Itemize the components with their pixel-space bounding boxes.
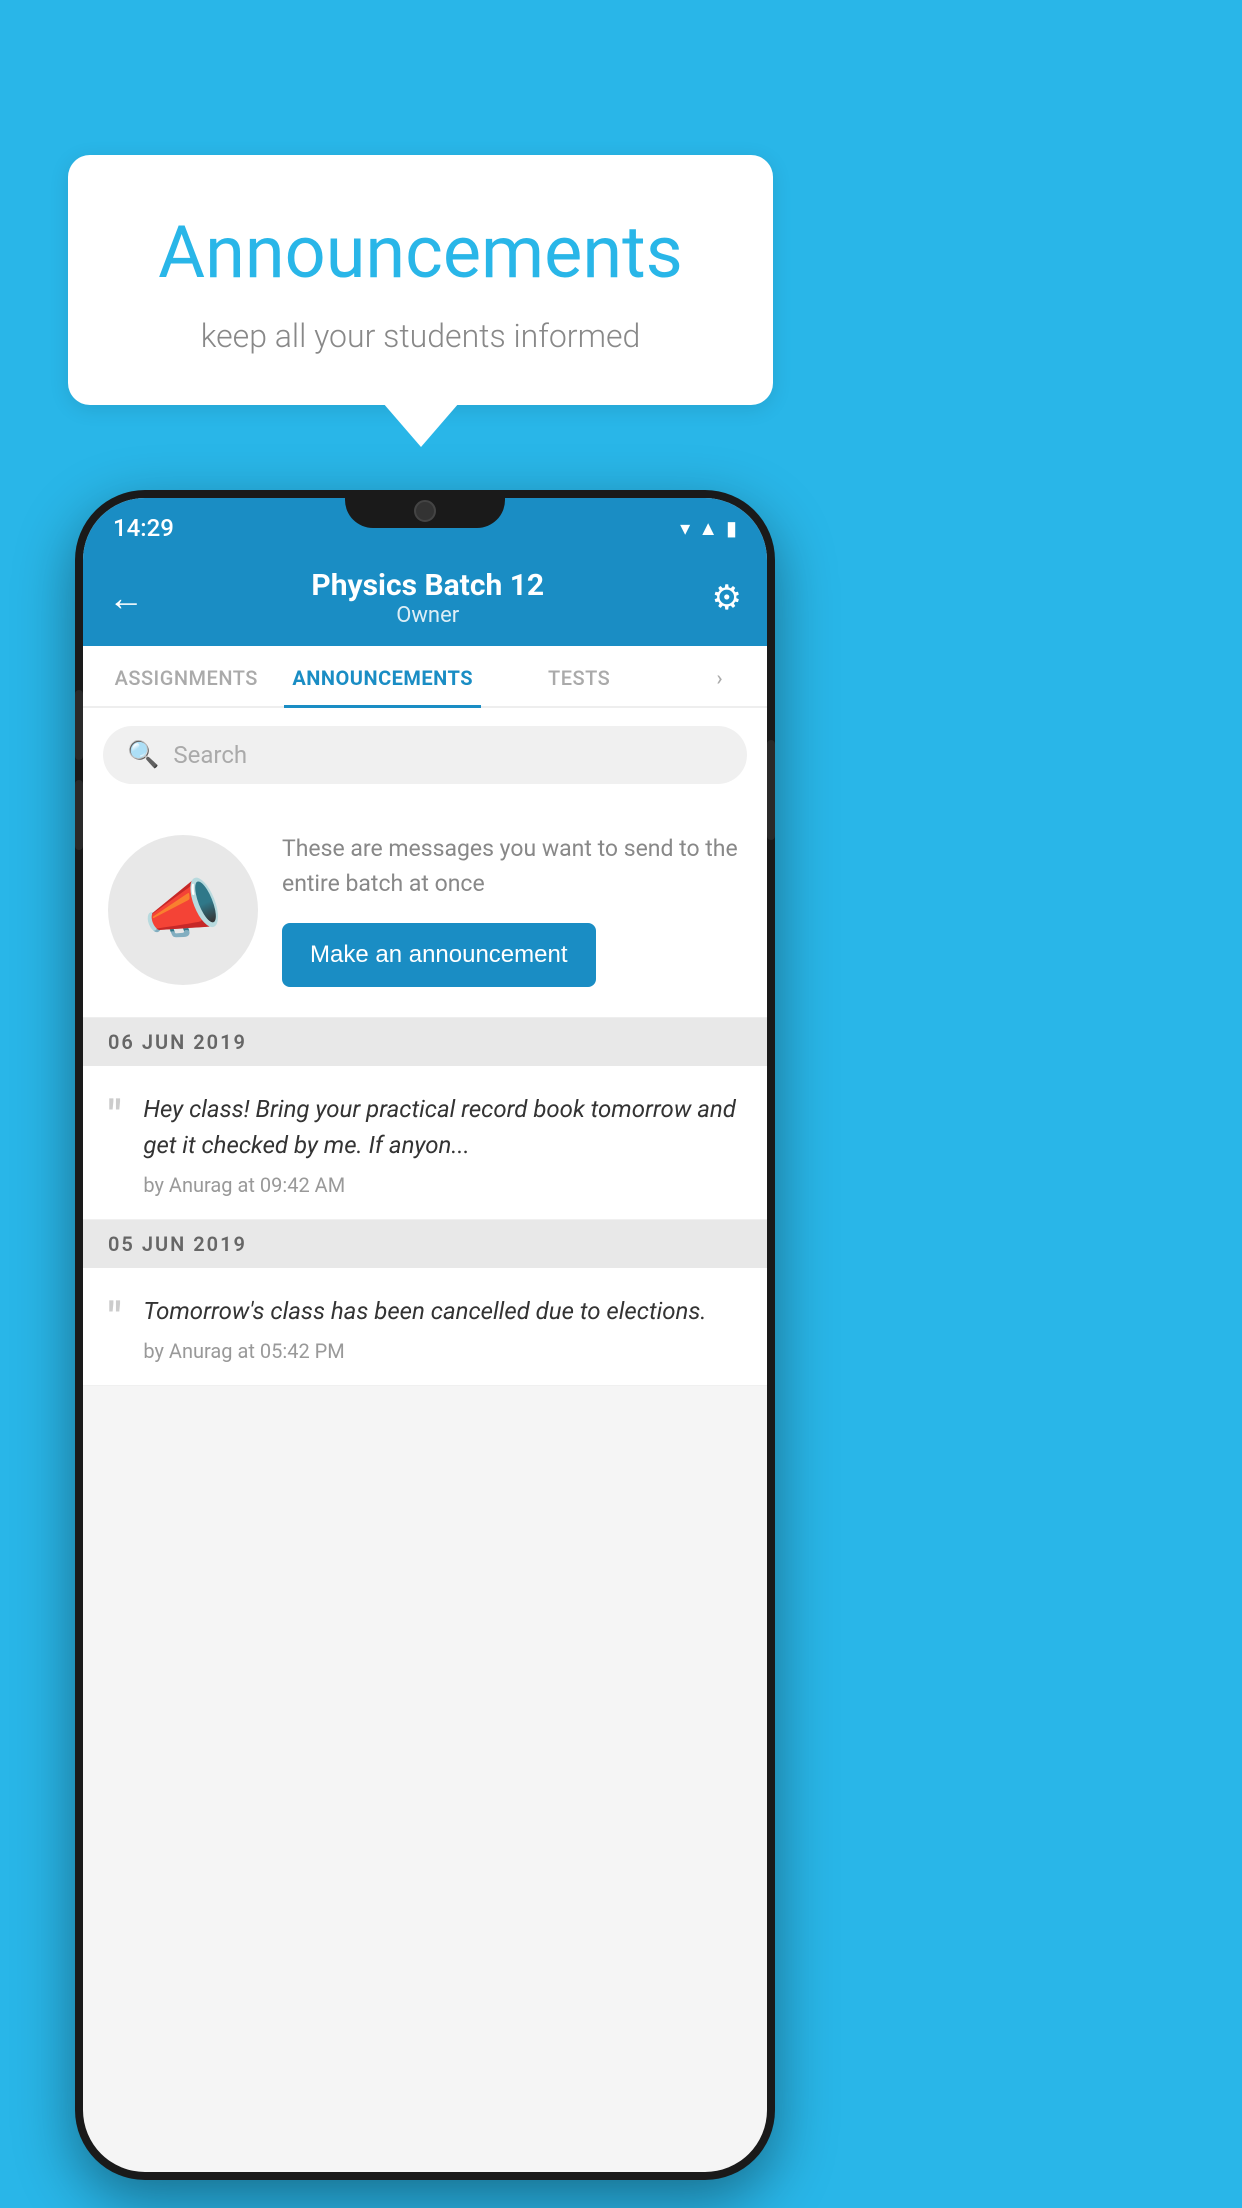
battery-icon: ▮ <box>726 516 737 540</box>
signal-icon: ▲ <box>698 516 718 541</box>
promo-description: These are messages you want to send to t… <box>282 832 742 901</box>
status-icons: ▾ ▲ ▮ <box>680 516 737 541</box>
announcement-content-1: Hey class! Bring your practical record b… <box>143 1091 742 1197</box>
gear-icon[interactable]: ⚙ <box>712 578 742 618</box>
promo-icon-circle: 📣 <box>108 835 258 985</box>
phone-camera <box>414 500 436 522</box>
announcement-meta-2: by Anurag at 05:42 PM <box>143 1339 742 1363</box>
megaphone-icon: 📣 <box>143 872 223 947</box>
date-separator-1: 06 JUN 2019 <box>83 1018 767 1066</box>
date-separator-2: 05 JUN 2019 <box>83 1220 767 1268</box>
tab-tests[interactable]: TESTS <box>481 646 677 706</box>
announcement-item-2[interactable]: " Tomorrow's class has been cancelled du… <box>83 1268 767 1386</box>
header-title: Physics Batch 12 <box>311 568 544 603</box>
promo-content: These are messages you want to send to t… <box>282 832 742 987</box>
search-input[interactable]: 🔍 Search <box>103 726 747 784</box>
phone-frame: 14:29 ▾ ▲ ▮ ← Physics Batch 12 Owner ⚙ A… <box>75 490 775 2180</box>
announcement-content-2: Tomorrow's class has been cancelled due … <box>143 1293 742 1363</box>
bubble-title: Announcements <box>118 210 723 295</box>
tab-announcements[interactable]: ANNOUNCEMENTS <box>284 646 480 706</box>
tab-more[interactable]: › <box>677 646 762 706</box>
volume-up-button[interactable] <box>75 690 83 760</box>
quote-icon-2: " <box>108 1298 121 1340</box>
bubble-subtitle: keep all your students informed <box>118 317 723 355</box>
search-container: 🔍 Search <box>83 708 767 802</box>
speech-bubble: Announcements keep all your students inf… <box>68 155 773 405</box>
header-subtitle: Owner <box>311 603 544 628</box>
search-placeholder: Search <box>173 741 247 769</box>
tab-assignments[interactable]: ASSIGNMENTS <box>88 646 284 706</box>
power-button[interactable] <box>767 740 775 840</box>
announcement-item-1[interactable]: " Hey class! Bring your practical record… <box>83 1066 767 1220</box>
phone-screen: 14:29 ▾ ▲ ▮ ← Physics Batch 12 Owner ⚙ A… <box>83 498 767 2172</box>
make-announcement-button[interactable]: Make an announcement <box>282 923 596 987</box>
back-button[interactable]: ← <box>108 577 144 619</box>
status-time: 14:29 <box>113 514 174 542</box>
volume-down-button[interactable] <box>75 780 83 850</box>
header-center: Physics Batch 12 Owner <box>311 568 544 628</box>
phone-notch <box>345 490 505 528</box>
app-header: ← Physics Batch 12 Owner ⚙ <box>83 550 767 646</box>
promo-section: 📣 These are messages you want to send to… <box>83 802 767 1018</box>
search-icon: 🔍 <box>127 740 159 770</box>
wifi-icon: ▾ <box>680 516 690 540</box>
tabs-bar: ASSIGNMENTS ANNOUNCEMENTS TESTS › <box>83 646 767 708</box>
announcement-text-1: Hey class! Bring your practical record b… <box>143 1091 742 1163</box>
announcement-text-2: Tomorrow's class has been cancelled due … <box>143 1293 742 1329</box>
announcement-meta-1: by Anurag at 09:42 AM <box>143 1173 742 1197</box>
quote-icon-1: " <box>108 1096 121 1138</box>
